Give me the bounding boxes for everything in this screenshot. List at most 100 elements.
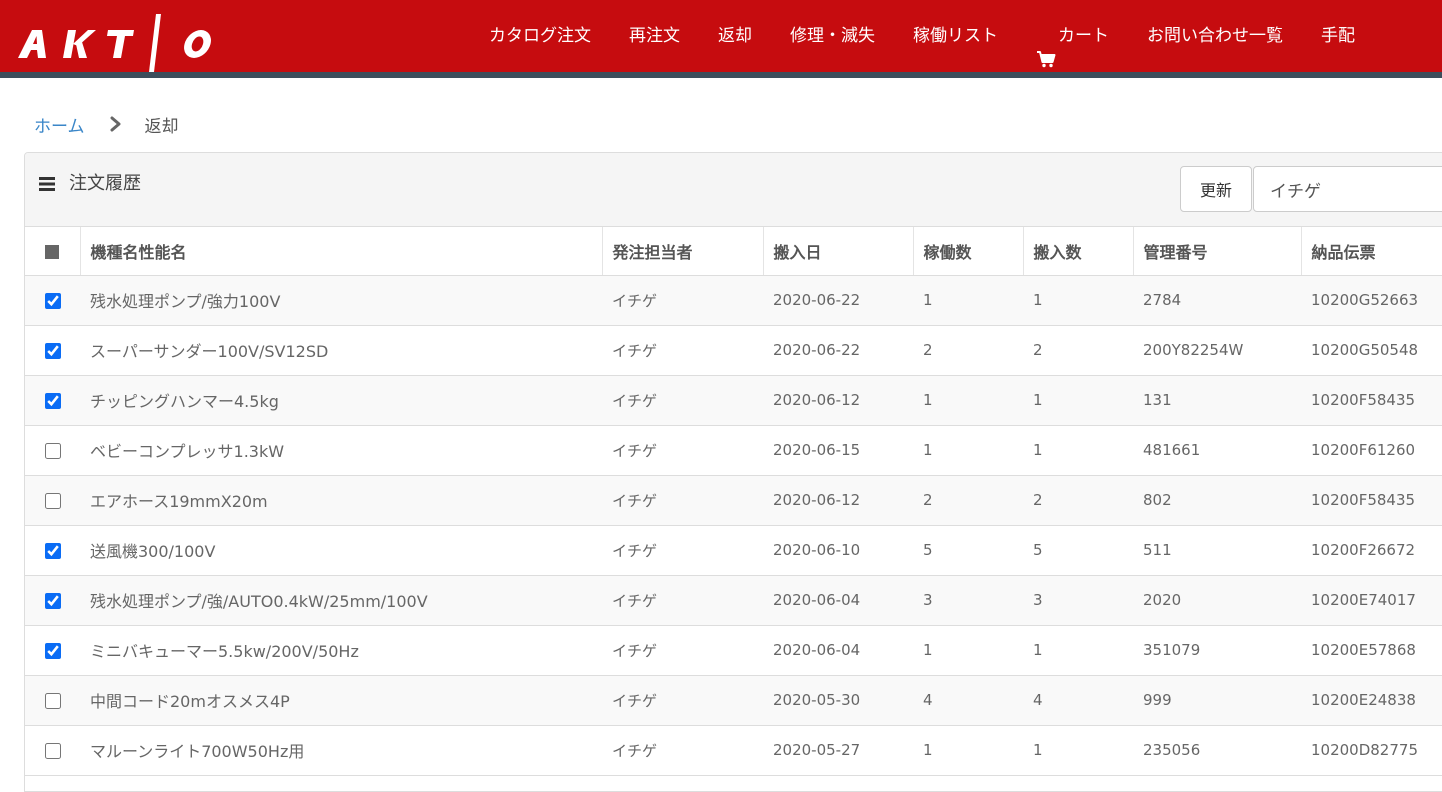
column-header-orderer[interactable]: 発注担当者 (602, 227, 764, 276)
select-all-header[interactable] (25, 227, 81, 276)
table-row[interactable]: チッピングハンマー4.5kg イチゲ 2020-06-12 1 1 131 10200F58… (25, 375, 1442, 426)
column-header-operating-count[interactable]: 稼働数 (913, 227, 1024, 276)
column-header-delivered-count[interactable]: 搬入数 (1023, 227, 1134, 276)
table-row[interactable]: スーパーサンダー100V/SV12SD イチゲ 2020-06-22 2 2 200Y82… (25, 325, 1442, 376)
order-history-table: 機種名性能名 発注担当者 搬入日 稼働数 搬入数 管理番号 納品伝票 残水処理ポ… (25, 227, 1442, 776)
table-row[interactable]: ベビーコンプレッサ1.3kW イチゲ 2020-06-15 1 1 481661 10200… (25, 425, 1442, 476)
operating-count-cell: 1 (913, 425, 1023, 476)
row-checkbox[interactable] (44, 292, 61, 309)
select-all-square-icon[interactable] (45, 244, 60, 259)
breadcrumb-home-link[interactable]: ホーム (34, 112, 85, 137)
delivery-date-cell: 2020-06-22 (763, 325, 913, 376)
table-row[interactable]: 中間コード20mオスメス4P イチゲ 2020-05-30 4 4 999 10200E24… (25, 675, 1442, 726)
row-checkbox[interactable] (44, 392, 61, 409)
row-select-cell (25, 425, 80, 476)
nav-label: 修理・滅失 (790, 26, 875, 46)
column-header-control-number[interactable]: 管理番号 (1133, 227, 1302, 276)
nav-catalog-order[interactable]: カタログ注文 (470, 0, 610, 72)
table-row[interactable]: ミニバキューマー5.5kw/200V/50Hz イチゲ 2020-06-04 1 1 35… (25, 625, 1442, 676)
model-name-cell: 残水処理ポンプ/強/AUTO0.4kW/25mm/100V (80, 575, 602, 626)
row-select-cell (25, 675, 80, 726)
operating-count-cell: 2 (913, 325, 1023, 376)
main-nav: カタログ注文 再注文 返却 修理・滅失 稼働リスト カート お問い合わせ一覧 手… (470, 0, 1442, 72)
table-row[interactable]: 残水処理ポンプ/強/AUTO0.4kW/25mm/100V イチゲ 2020-06-… (25, 575, 1442, 626)
delivered-count-cell: 1 (1023, 275, 1133, 326)
table-row[interactable]: エアホース19mmX20m イチゲ 2020-06-12 2 2 802 10200F584… (25, 475, 1442, 526)
orderer-cell: イチゲ (602, 675, 763, 726)
row-checkbox[interactable] (44, 642, 61, 659)
delivery-slip-cell: 10200E74017 (1301, 575, 1442, 626)
row-checkbox[interactable] (44, 442, 61, 459)
delivery-date-cell: 2020-06-12 (763, 475, 913, 526)
nav-return[interactable]: 返却 (699, 0, 771, 72)
control-number-cell: 200Y82254W (1133, 325, 1301, 376)
table-row[interactable]: 送風機300/100V イチゲ 2020-06-10 5 5 511 10200F26672 (25, 525, 1442, 576)
delivered-count-cell: 1 (1023, 375, 1133, 426)
delivery-date-cell: 2020-06-12 (763, 375, 913, 426)
column-header-delivery-date[interactable]: 搬入日 (763, 227, 914, 276)
refresh-button[interactable]: 更新 (1180, 166, 1252, 212)
delivery-date-cell: 2020-06-15 (763, 425, 913, 476)
orderer-filter-input[interactable] (1253, 166, 1442, 212)
nav-label: 再注文 (629, 26, 680, 46)
row-checkbox[interactable] (44, 542, 61, 559)
chevron-right-icon (109, 116, 123, 132)
orderer-cell: イチゲ (602, 275, 763, 326)
model-name-cell: スーパーサンダー100V/SV12SD (80, 325, 602, 376)
order-history-panel: 注文履歴 更新 機種名性能名 発注担当者 搬入日 稼働数 搬入数 管理番号 納品… (24, 152, 1442, 792)
nav-cart[interactable]: カート (1017, 0, 1128, 72)
menu-icon (39, 175, 55, 191)
table-row[interactable]: マルーンライト700W50Hz用 イチゲ 2020-05-27 1 1 235056 102… (25, 725, 1442, 776)
nav-inquiry-list[interactable]: お問い合わせ一覧 (1128, 0, 1302, 72)
table-row[interactable]: 残水処理ポンプ/強力100V イチゲ 2020-06-22 1 1 2784 10200G5… (25, 275, 1442, 326)
row-select-cell (25, 575, 80, 626)
column-header-model-name[interactable]: 機種名性能名 (80, 227, 603, 276)
nav-label: お問い合わせ一覧 (1147, 26, 1283, 46)
delivered-count-cell: 3 (1023, 575, 1133, 626)
control-number-cell: 511 (1133, 525, 1301, 576)
row-select-cell (25, 325, 80, 376)
orderer-cell: イチゲ (602, 725, 763, 776)
model-name-cell: 残水処理ポンプ/強力100V (80, 275, 602, 326)
aktio-logo[interactable] (16, 14, 214, 72)
row-select-cell (25, 525, 80, 576)
control-number-cell: 2784 (1133, 275, 1301, 326)
nav-label: カタログ注文 (489, 26, 591, 46)
control-number-cell: 235056 (1133, 725, 1301, 776)
delivered-count-cell: 1 (1023, 425, 1133, 476)
row-select-cell (25, 475, 80, 526)
delivered-count-cell: 1 (1023, 725, 1133, 776)
orderer-cell: イチゲ (602, 625, 763, 676)
row-checkbox[interactable] (44, 692, 61, 709)
breadcrumb: ホーム 返却 (34, 112, 179, 137)
delivery-slip-cell: 10200F61260 (1301, 425, 1442, 476)
column-header-delivery-slip[interactable]: 納品伝票 (1301, 227, 1442, 276)
panel-title: 注文履歴 (39, 169, 141, 195)
breadcrumb-current: 返却 (144, 116, 179, 137)
nav-repair-loss[interactable]: 修理・滅失 (771, 0, 894, 72)
delivered-count-cell: 2 (1023, 475, 1133, 526)
nav-arrangement[interactable]: 手配 (1302, 0, 1374, 72)
operating-count-cell: 4 (913, 675, 1023, 726)
orderer-cell: イチゲ (602, 525, 763, 576)
aktio-logo-graphic (18, 14, 211, 72)
row-checkbox[interactable] (44, 492, 61, 509)
orderer-cell: イチゲ (602, 375, 763, 426)
delivery-slip-cell: 10200G52663 (1301, 275, 1442, 326)
control-number-cell: 481661 (1133, 425, 1301, 476)
delivery-slip-cell: 10200F58435 (1301, 375, 1442, 426)
row-checkbox[interactable] (44, 342, 61, 359)
orderer-cell: イチゲ (602, 325, 763, 376)
row-select-cell (25, 375, 80, 426)
delivery-date-cell: 2020-05-27 (763, 725, 913, 776)
delivered-count-cell: 4 (1023, 675, 1133, 726)
row-checkbox[interactable] (44, 592, 61, 609)
row-checkbox[interactable] (44, 742, 61, 759)
nav-operation-list[interactable]: 稼働リスト (894, 0, 1017, 72)
delivery-slip-cell: 10200D82775 (1301, 725, 1442, 776)
operating-count-cell: 3 (913, 575, 1023, 626)
nav-reorder[interactable]: 再注文 (610, 0, 699, 72)
model-name-cell: 中間コード20mオスメス4P (80, 675, 602, 726)
delivery-slip-cell: 10200E57868 (1301, 625, 1442, 676)
delivery-slip-cell: 10200F26672 (1301, 525, 1442, 576)
